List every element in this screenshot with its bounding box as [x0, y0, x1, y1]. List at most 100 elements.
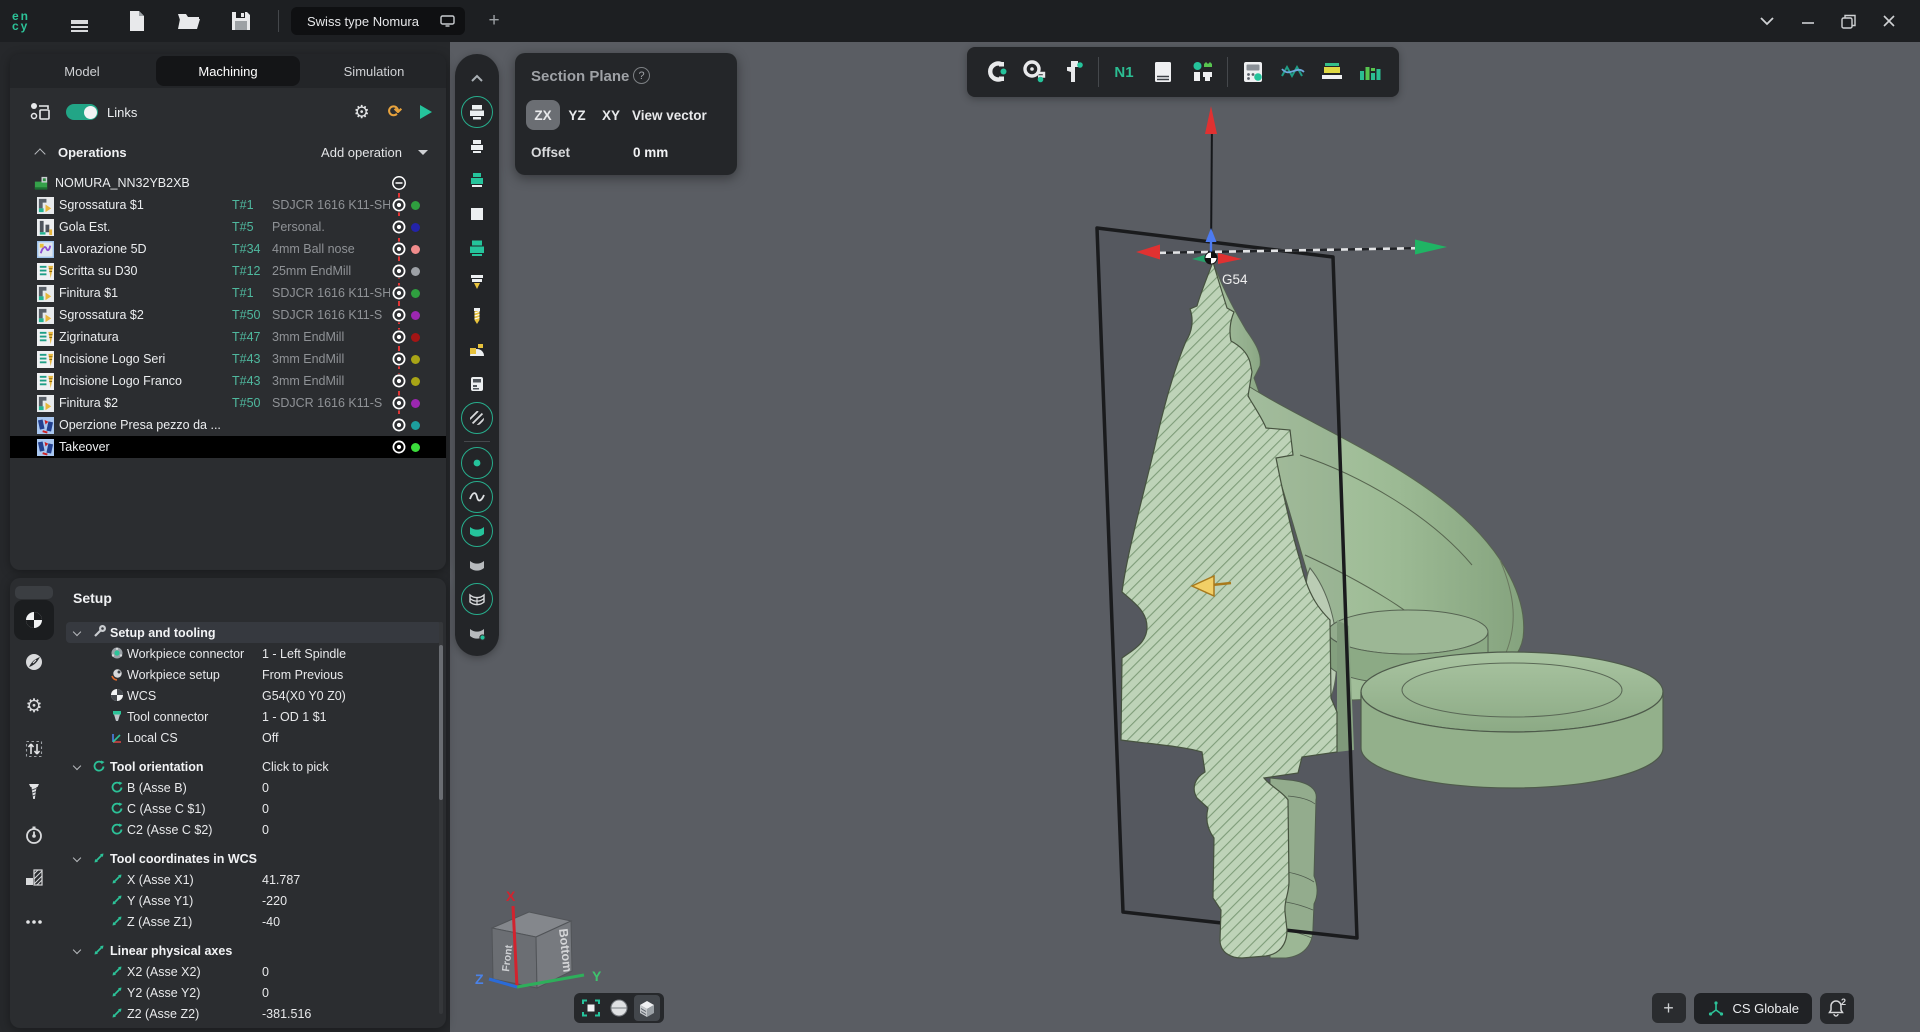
setup-property-row[interactable]: Y2 (Asse Y2)0: [66, 982, 442, 1003]
notifications-button[interactable]: 2: [1820, 993, 1854, 1024]
operation-row[interactable]: Gola Est.T#5Personal.: [10, 216, 446, 238]
operation-row[interactable]: Finitura $1T#1SDJCR 1616 K11-SH: [10, 282, 446, 304]
collapse-operations-icon[interactable]: [34, 148, 45, 159]
operation-row[interactable]: Lavorazione 5DT#344mm Ball nose: [10, 238, 446, 260]
mesh-surface-icon[interactable]: [461, 583, 493, 615]
setup-property-row[interactable]: WCSG54(X0 Y0 Z0): [66, 685, 442, 706]
operation-visibility-radio[interactable]: [391, 219, 407, 235]
property-value[interactable]: -381.516: [262, 1007, 311, 1021]
property-value[interactable]: Off: [262, 731, 278, 745]
tool-holder-icon[interactable]: [461, 266, 493, 298]
chuck-part-icon[interactable]: [461, 164, 493, 196]
add-cs-button[interactable]: +: [1652, 993, 1686, 1023]
machine-parts-icon[interactable]: [1186, 54, 1219, 90]
setup-property-row[interactable]: C (Asse C $1)0: [66, 798, 442, 819]
property-value[interactable]: -220: [262, 894, 287, 908]
property-value[interactable]: Click to pick: [262, 760, 329, 774]
close-icon[interactable]: [1882, 14, 1896, 28]
tab-model[interactable]: Model: [10, 54, 154, 88]
offset-value[interactable]: 0 mm: [633, 145, 668, 160]
chevron-down-icon[interactable]: [73, 946, 81, 954]
minimize-icon[interactable]: [1801, 16, 1815, 26]
material-pattern-icon[interactable]: [14, 858, 54, 898]
cs-globale-button[interactable]: CS Globale: [1694, 993, 1812, 1024]
operation-visibility-radio[interactable]: [391, 307, 407, 323]
operation-row[interactable]: Sgrossatura $2T#50SDJCR 1616 K11-S: [10, 304, 446, 326]
window-dropdown-icon[interactable]: [1759, 16, 1775, 26]
caliper-icon[interactable]: [1057, 54, 1090, 90]
more-options-icon[interactable]: [14, 902, 54, 942]
setup-property-row[interactable]: Tool connector1 - OD 1 $1: [66, 706, 442, 727]
plane-option-zx[interactable]: ZX: [526, 100, 560, 130]
setup-property-row[interactable]: X (Asse X1)41.787: [66, 869, 442, 890]
operation-row[interactable]: Operzione Presa pezzo da ...: [10, 414, 446, 436]
setup-scrollbar-thumb[interactable]: [439, 645, 443, 800]
links-toggle[interactable]: [66, 104, 98, 120]
machine-root-row[interactable]: NOMURA_NN32YB2XB: [10, 172, 446, 194]
run-simulation-icon[interactable]: [420, 105, 432, 119]
stats-bars-icon[interactable]: [1355, 54, 1388, 90]
property-value[interactable]: 41.787: [262, 873, 300, 887]
property-value[interactable]: 1 - Left Spindle: [262, 647, 346, 661]
operation-visibility-radio[interactable]: [391, 373, 407, 389]
plane-option-yz[interactable]: YZ: [560, 100, 594, 130]
recalculate-icon[interactable]: ⟳: [388, 102, 402, 122]
main-menu-button[interactable]: [64, 6, 94, 36]
navigation-cube[interactable]: Front Bottom X Y Z: [475, 888, 602, 988]
surface-filled-icon[interactable]: [461, 515, 493, 547]
help-icon[interactable]: ?: [633, 67, 650, 84]
add-operation-button[interactable]: Add operation: [321, 145, 402, 160]
sheet-view-icon[interactable]: [1147, 54, 1180, 90]
threading-tool-icon[interactable]: [14, 772, 54, 812]
operations-settings-icon[interactable]: ⚙: [354, 102, 370, 123]
transform-axes-icon[interactable]: [14, 729, 54, 769]
property-value[interactable]: 0: [262, 965, 269, 979]
drill-bit-icon[interactable]: [461, 300, 493, 332]
operation-visibility-radio[interactable]: [391, 197, 407, 213]
property-value[interactable]: 0: [262, 802, 269, 816]
operation-visibility-radio[interactable]: [391, 263, 407, 279]
nc-code-icon[interactable]: N1: [1107, 54, 1140, 90]
setup-section-row[interactable]: Tool orientationClick to pick: [66, 756, 442, 777]
new-file-button[interactable]: [122, 6, 152, 36]
operation-row[interactable]: Scritta su D30T#1225mm EndMill: [10, 260, 446, 282]
spline-icon[interactable]: [461, 481, 493, 513]
rail-handle[interactable]: [15, 586, 53, 599]
snap-magnet-icon[interactable]: [978, 54, 1011, 90]
section-hatch-icon[interactable]: [461, 402, 493, 434]
plane-option-xy[interactable]: XY: [594, 100, 628, 130]
setup-property-row[interactable]: Y (Asse Y1)-220: [66, 890, 442, 911]
add-tab-button[interactable]: +: [479, 6, 509, 36]
stock-box-icon[interactable]: [461, 198, 493, 230]
operation-row[interactable]: Incisione Logo FrancoT#433mm EndMill: [10, 370, 446, 392]
control-panel-icon[interactable]: [461, 368, 493, 400]
open-file-button[interactable]: [174, 6, 204, 36]
settings-gear-icon[interactable]: ⚙: [14, 686, 54, 726]
tab-machining[interactable]: Machining: [156, 56, 300, 86]
surface-ghost-icon[interactable]: [461, 549, 493, 581]
chuck-full-icon[interactable]: [461, 232, 493, 264]
chevron-down-icon[interactable]: [73, 762, 81, 770]
operation-visibility-radio[interactable]: [391, 439, 407, 455]
setup-property-row[interactable]: X2 (Asse X2)0: [66, 961, 442, 982]
fit-view-icon[interactable]: [578, 995, 604, 1021]
setup-property-row[interactable]: Workpiece connector1 - Left Spindle: [66, 643, 442, 664]
operation-row[interactable]: Sgrossatura $1T#1SDJCR 1616 K11-SH: [10, 194, 446, 216]
property-value[interactable]: 1 - OD 1 $1: [262, 710, 327, 724]
operation-visibility-radio[interactable]: [391, 417, 407, 433]
collapse-all-radio[interactable]: [391, 175, 407, 191]
navigate-icon[interactable]: [14, 642, 54, 682]
setup-property-row[interactable]: Workpiece setupFrom Previous: [66, 664, 442, 685]
spindle-part-icon[interactable]: [461, 130, 493, 162]
surface-point-icon[interactable]: [461, 617, 493, 649]
operation-visibility-radio[interactable]: [391, 395, 407, 411]
property-value[interactable]: -40: [262, 915, 280, 929]
operation-visibility-radio[interactable]: [391, 285, 407, 301]
operation-row[interactable]: ZigrinaturaT#473mm EndMill: [10, 326, 446, 348]
chevron-up-icon[interactable]: [461, 62, 493, 94]
tab-simulation[interactable]: Simulation: [302, 54, 446, 88]
setup-property-row[interactable]: Z (Asse Z1)-40: [66, 911, 442, 932]
machine-head-icon[interactable]: [461, 334, 493, 366]
setup-property-row[interactable]: Local CSOff: [66, 727, 442, 748]
setup-property-row[interactable]: B (Asse B)0: [66, 777, 442, 798]
